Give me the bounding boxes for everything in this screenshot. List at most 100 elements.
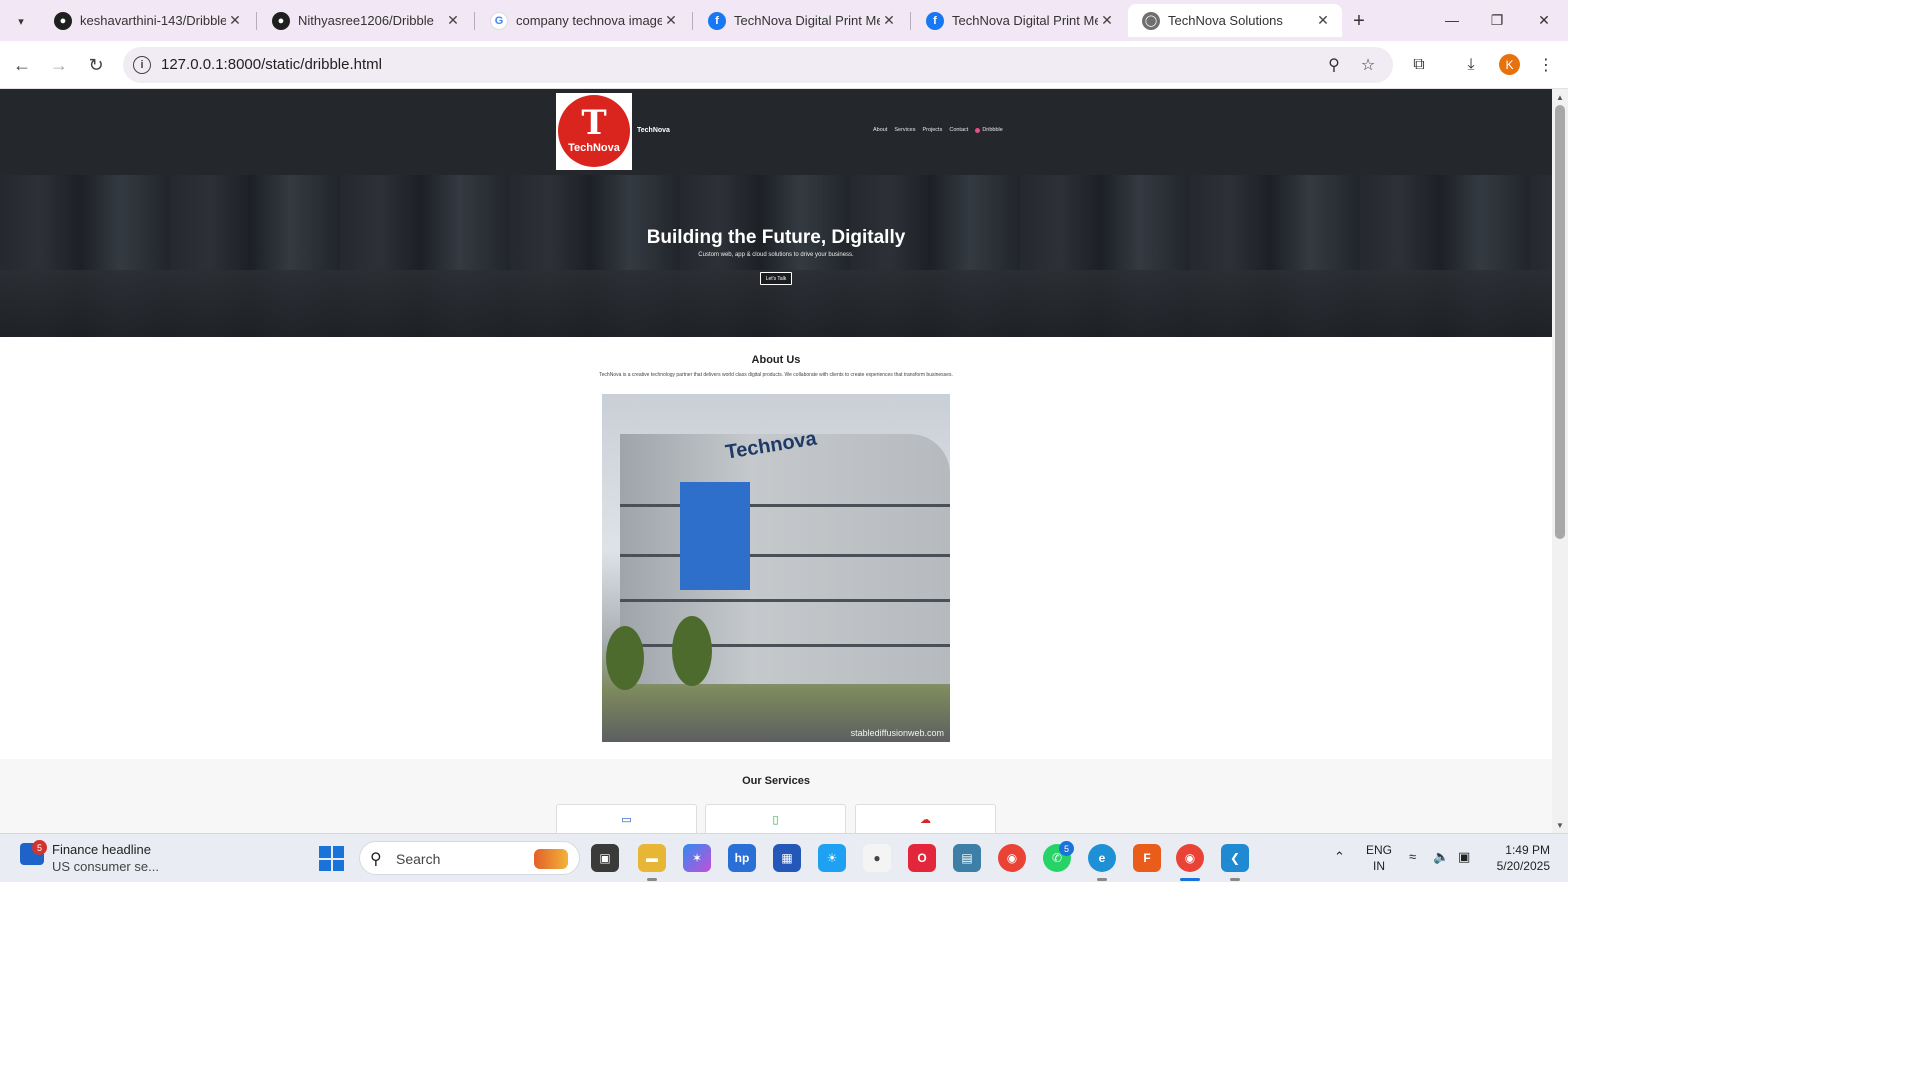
running-indicator bbox=[1230, 878, 1240, 881]
logo-emblem: T TechNova bbox=[558, 95, 630, 167]
facebook-icon: f bbox=[708, 11, 726, 30]
myhp-icon[interactable]: hp bbox=[728, 844, 756, 872]
building-blue-panel bbox=[680, 482, 750, 590]
tab-divider bbox=[692, 12, 693, 30]
tab-strip: ▾ ● keshavarthini-143/Dribble ✕ ● Nithya… bbox=[0, 0, 1568, 41]
scroll-down-arrow[interactable]: ▼ bbox=[1555, 820, 1565, 830]
tree-shape bbox=[606, 626, 644, 690]
bookmark-star-icon[interactable]: ☆ bbox=[1357, 54, 1379, 76]
zoom-icon[interactable]: ⚲ bbox=[1323, 54, 1345, 76]
news-headline[interactable]: Finance headline bbox=[52, 842, 151, 857]
tab-github-nithyasree[interactable]: ● Nithyasree1206/Dribble ✕ bbox=[258, 4, 472, 37]
close-window-button[interactable]: ✕ bbox=[1522, 6, 1566, 34]
service-card-cloud[interactable]: ☁ bbox=[855, 804, 996, 833]
nav-link-contact[interactable]: Contact bbox=[949, 127, 968, 133]
language-indicator[interactable]: ENG IN bbox=[1366, 842, 1392, 874]
scroll-thumb[interactable] bbox=[1555, 105, 1565, 539]
back-button[interactable]: ← bbox=[8, 51, 36, 79]
fusion-app-icon[interactable]: F bbox=[1133, 844, 1161, 872]
tab-google-search[interactable]: G company technova image ✕ bbox=[476, 4, 690, 37]
address-bar[interactable]: i 127.0.0.1:8000/static/dribble.html ⚲ ☆ bbox=[123, 47, 1393, 83]
browser-toolbar: ← → ↻ i 127.0.0.1:8000/static/dribble.ht… bbox=[0, 41, 1568, 89]
running-indicator bbox=[647, 878, 657, 881]
taskbar-search[interactable]: ⚲ Search bbox=[359, 841, 580, 875]
tab-github-keshavarthini[interactable]: ● keshavarthini-143/Dribble ✕ bbox=[40, 4, 254, 37]
close-icon[interactable]: ✕ bbox=[444, 12, 462, 30]
service-card-web[interactable]: ▭ bbox=[556, 804, 697, 833]
scroll-up-arrow[interactable]: ▲ bbox=[1555, 92, 1565, 102]
download-icon[interactable]: ⤓ bbox=[1459, 53, 1483, 77]
lets-talk-button[interactable]: Let's Talk bbox=[760, 272, 792, 285]
brand-name[interactable]: TechNova bbox=[637, 127, 670, 134]
services-title: Our Services bbox=[742, 775, 810, 787]
nav-link-dribbble-wrap[interactable]: Dribbble bbox=[975, 127, 1003, 133]
edge-icon[interactable]: e bbox=[1088, 844, 1116, 872]
nav-link-projects[interactable]: Projects bbox=[922, 127, 942, 133]
close-icon[interactable]: ✕ bbox=[880, 12, 898, 30]
chrome-icon[interactable]: ◉ bbox=[998, 844, 1026, 872]
clock-time: 1:49 PM bbox=[1505, 843, 1550, 857]
store-icon[interactable]: ▦ bbox=[773, 844, 801, 872]
close-icon[interactable]: ✕ bbox=[662, 12, 680, 30]
file-explorer-icon[interactable]: ▬ bbox=[638, 844, 666, 872]
reload-button[interactable]: ↻ bbox=[82, 51, 110, 79]
tab-title: TechNova Solutions bbox=[1168, 13, 1283, 28]
close-icon[interactable]: ✕ bbox=[226, 12, 244, 30]
tab-divider bbox=[256, 12, 257, 30]
extensions-icon[interactable]: ⧉ bbox=[1407, 53, 1431, 77]
connect-icon[interactable]: ● bbox=[863, 844, 891, 872]
tab-facebook-1[interactable]: f TechNova Digital Print Med ✕ bbox=[694, 4, 908, 37]
url-text[interactable]: 127.0.0.1:8000/static/dribble.html bbox=[161, 56, 382, 73]
hero-title: Building the Future, Digitally bbox=[646, 227, 906, 248]
profile-avatar[interactable]: K bbox=[1499, 54, 1520, 75]
forward-button[interactable]: → bbox=[45, 51, 73, 79]
site-info-icon[interactable]: i bbox=[133, 56, 151, 74]
close-icon[interactable]: ✕ bbox=[1098, 12, 1116, 30]
image-watermark: stablediffusionweb.com bbox=[850, 728, 944, 738]
task-view-icon[interactable]: ▣ bbox=[591, 844, 619, 872]
nav-link-dribbble[interactable]: Dribbble bbox=[982, 127, 1002, 133]
chevron-up-icon[interactable]: ⌃ bbox=[1334, 849, 1345, 865]
about-title: About Us bbox=[751, 354, 801, 366]
minimize-button[interactable]: — bbox=[1430, 6, 1474, 34]
weather-icon[interactable]: ☀ bbox=[818, 844, 846, 872]
restore-button[interactable]: ❐ bbox=[1475, 6, 1519, 34]
nav-link-about[interactable]: About bbox=[873, 127, 887, 133]
search-highlight-icon bbox=[534, 849, 568, 869]
new-tab-button[interactable]: + bbox=[1346, 9, 1372, 33]
menu-kebab-icon[interactable]: ⋮ bbox=[1534, 53, 1558, 77]
copilot-icon[interactable]: ✶ bbox=[683, 844, 711, 872]
vscode-icon[interactable]: ❮ bbox=[1221, 844, 1249, 872]
building-window-band bbox=[620, 644, 950, 647]
search-icon: ⚲ bbox=[370, 851, 382, 868]
tab-title: keshavarthini-143/Dribble bbox=[80, 13, 226, 28]
tab-search-icon[interactable]: ▾ bbox=[8, 8, 34, 34]
service-card-mobile[interactable]: ▯ bbox=[705, 804, 846, 833]
page-viewport: T TechNova TechNova About Services Proje… bbox=[0, 89, 1552, 833]
battery-icon[interactable]: ▣ bbox=[1458, 849, 1470, 865]
whatsapp-badge: 5 bbox=[1059, 841, 1074, 856]
tab-facebook-2[interactable]: f TechNova Digital Print Med ✕ bbox=[912, 4, 1126, 37]
facebook-icon: f bbox=[926, 11, 944, 30]
about-text: TechNova is a creative technology partne… bbox=[599, 372, 953, 378]
site-nav: About Services Projects Contact Dribbble bbox=[873, 127, 1003, 133]
page-scrollbar[interactable]: ▲ ▼ bbox=[1552, 89, 1568, 833]
language-region: IN bbox=[1373, 859, 1385, 873]
tab-divider bbox=[474, 12, 475, 30]
chrome-profile-icon[interactable]: ◉ bbox=[1176, 844, 1204, 872]
news-subtitle[interactable]: US consumer se... bbox=[52, 859, 159, 874]
wifi-icon[interactable]: ≈ bbox=[1409, 849, 1416, 864]
volume-icon[interactable]: 🔈 bbox=[1433, 849, 1449, 865]
language-code: ENG bbox=[1366, 843, 1393, 857]
tab-technova-solutions[interactable]: ◯ TechNova Solutions ✕ bbox=[1128, 4, 1342, 37]
building-window-band bbox=[620, 599, 950, 602]
tab-title: TechNova Digital Print Med bbox=[734, 13, 880, 28]
site-logo[interactable]: T TechNova bbox=[556, 93, 632, 170]
calculator-icon[interactable]: ▤ bbox=[953, 844, 981, 872]
tab-divider bbox=[910, 12, 911, 30]
start-button[interactable] bbox=[319, 846, 344, 871]
close-icon[interactable]: ✕ bbox=[1314, 12, 1332, 30]
opera-icon[interactable]: O bbox=[908, 844, 936, 872]
clock[interactable]: 1:49 PM 5/20/2025 bbox=[1486, 842, 1550, 874]
nav-link-services[interactable]: Services bbox=[894, 127, 915, 133]
